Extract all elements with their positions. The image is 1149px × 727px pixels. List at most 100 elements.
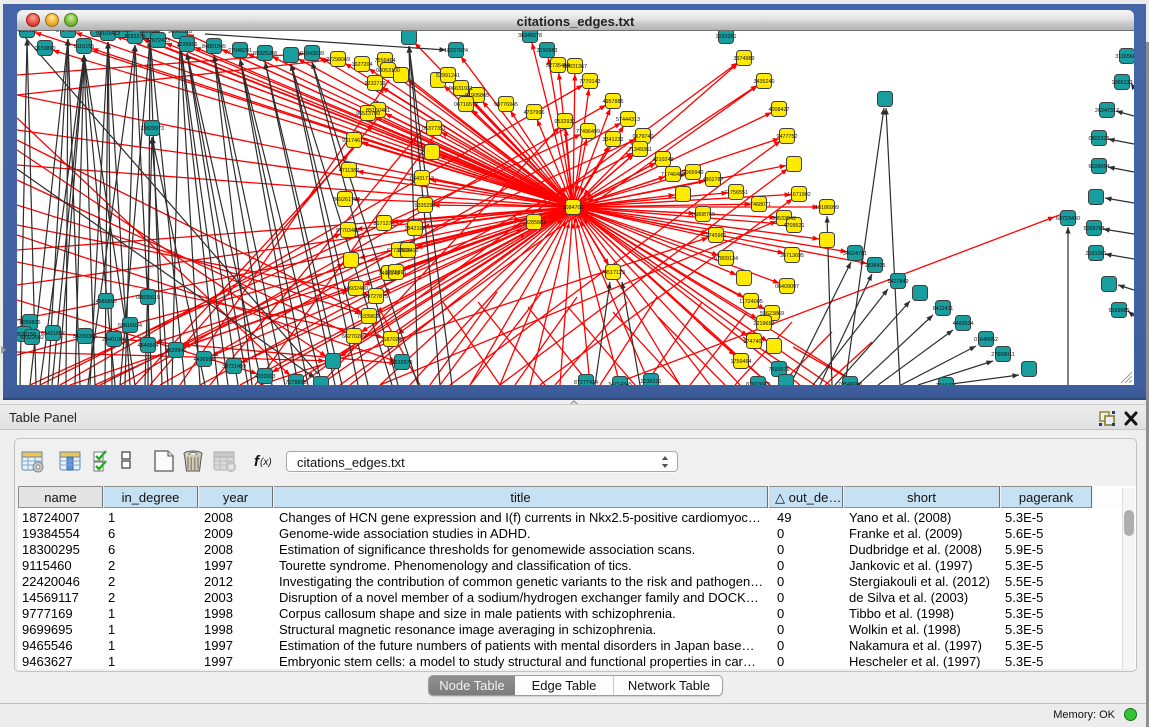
svg-text:1065133: 1065133	[1112, 80, 1133, 86]
svg-text:9065940: 9065940	[683, 170, 704, 176]
svg-text:96965328: 96965328	[168, 31, 192, 35]
svg-text:4332003: 4332003	[255, 374, 276, 380]
svg-text:69816934: 69816934	[118, 323, 142, 329]
svg-text:1759464: 1759464	[731, 359, 752, 365]
svg-text:4210249: 4210249	[653, 157, 674, 163]
svg-text:7346706: 7346706	[936, 383, 957, 385]
svg-text:0801326: 0801326	[1089, 136, 1110, 142]
svg-text:96513709: 96513709	[356, 111, 380, 117]
svg-text:4436995: 4436995	[194, 357, 215, 363]
svg-text:66270289: 66270289	[342, 334, 366, 340]
svg-text:06431713: 06431713	[410, 176, 434, 182]
svg-text:23285884: 23285884	[522, 220, 546, 226]
svg-text:68723430: 68723430	[1056, 216, 1080, 222]
svg-text:27868011: 27868011	[991, 352, 1015, 358]
svg-text:71349361: 71349361	[628, 147, 652, 153]
svg-text:0532931: 0532931	[555, 119, 576, 125]
svg-text:3341232: 3341232	[603, 137, 624, 143]
svg-text:1627204: 1627204	[352, 62, 373, 68]
svg-text:55623869: 55623869	[760, 311, 784, 317]
svg-text:37672423: 37672423	[146, 38, 170, 44]
svg-text:37940265: 37940265	[56, 31, 80, 34]
svg-text:3435240: 3435240	[754, 79, 775, 85]
svg-text:74517123: 74517123	[601, 270, 625, 276]
svg-text:1775891: 1775891	[386, 270, 407, 276]
svg-text:4008427: 4008427	[769, 107, 790, 113]
svg-text:38721489: 38721489	[222, 364, 246, 370]
svg-text:71756551: 71756551	[724, 190, 748, 196]
svg-text:87277434: 87277434	[574, 380, 598, 385]
svg-text:98776945: 98776945	[494, 102, 518, 108]
svg-text:29401965: 29401965	[102, 337, 126, 343]
svg-text:8059826: 8059826	[20, 320, 41, 326]
svg-text:9084700: 9084700	[563, 205, 584, 211]
svg-text:27048281: 27048281	[228, 48, 252, 54]
svg-text:3171274: 3171274	[374, 221, 395, 227]
svg-text:1838425: 1838425	[865, 263, 886, 269]
svg-text:06409097: 06409097	[775, 284, 799, 290]
svg-text:89325288: 89325288	[253, 51, 277, 57]
svg-text:1745961: 1745961	[706, 233, 727, 239]
svg-text:84801845: 84801845	[202, 44, 226, 50]
svg-text:9502402: 9502402	[398, 248, 419, 254]
svg-text:5427849: 5427849	[888, 279, 909, 285]
svg-text:97703482: 97703482	[336, 228, 360, 234]
svg-text:36713695: 36713695	[780, 253, 804, 259]
svg-text:9232719: 9232719	[365, 81, 386, 87]
svg-text:75339636: 75339636	[357, 314, 381, 320]
svg-text:26247317: 26247317	[1095, 108, 1119, 114]
svg-text:73829973: 73829973	[140, 126, 164, 132]
svg-text:3374989: 3374989	[734, 56, 755, 62]
svg-text:99727875: 99727875	[364, 294, 388, 300]
svg-text:4902787: 4902787	[703, 177, 724, 183]
svg-text:67468071: 67468071	[747, 202, 771, 208]
svg-text:6026064: 6026064	[1089, 164, 1110, 170]
svg-text:77496499: 77496499	[576, 129, 600, 135]
svg-text:2842102: 2842102	[405, 226, 426, 232]
svg-text:80831367: 80831367	[563, 64, 587, 70]
svg-text:4957885: 4957885	[603, 99, 624, 105]
svg-text:4709521: 4709521	[784, 223, 805, 229]
svg-text:71746488: 71746488	[661, 172, 685, 178]
svg-text:4711382: 4711382	[339, 168, 360, 174]
svg-text:(x): (x)	[260, 457, 272, 468]
svg-text:3747407: 3747407	[744, 339, 765, 345]
svg-text:7693676: 7693676	[769, 367, 790, 373]
svg-text:5030564: 5030564	[140, 31, 161, 35]
svg-text:86926179: 86926179	[333, 197, 357, 203]
svg-text:7278895: 7278895	[286, 380, 307, 385]
svg-text:0133890: 0133890	[35, 46, 56, 52]
svg-text:2236231: 2236231	[641, 379, 662, 385]
svg-text:5009788: 5009788	[1084, 226, 1105, 232]
svg-text:13186999: 13186999	[815, 205, 839, 211]
svg-text:7187026: 7187026	[381, 337, 402, 343]
svg-text:70546688: 70546688	[838, 382, 862, 385]
svg-text:2219693: 2219693	[754, 321, 775, 327]
svg-text:57809134: 57809134	[714, 256, 738, 262]
svg-text:1031051: 1031051	[716, 34, 737, 40]
svg-text:08835615: 08835615	[136, 295, 160, 301]
svg-text:31165667: 31165667	[1115, 54, 1134, 60]
svg-text:9335290: 9335290	[415, 203, 436, 209]
svg-text:01543039: 01543039	[300, 51, 324, 57]
svg-text:87603669: 87603669	[746, 382, 770, 385]
svg-text:38346578: 38346578	[518, 33, 542, 39]
svg-text:05377351: 05377351	[422, 126, 446, 132]
svg-text:4846564: 4846564	[138, 343, 159, 349]
svg-text:9477752: 9477752	[777, 134, 798, 140]
svg-text:1632870: 1632870	[392, 360, 413, 366]
svg-text:7770143: 7770143	[580, 79, 601, 85]
svg-text:11671902: 11671902	[787, 192, 811, 198]
svg-text:4586850: 4586850	[96, 299, 117, 305]
svg-text:06716572: 06716572	[454, 102, 478, 108]
svg-text:01640052: 01640052	[974, 337, 998, 343]
svg-text:27298069: 27298069	[326, 57, 350, 63]
svg-text:2191361: 2191361	[1086, 251, 1107, 257]
svg-text:11724005: 11724005	[739, 299, 763, 305]
svg-text:08053100: 08053100	[376, 68, 400, 74]
svg-text:7556464: 7556464	[375, 58, 396, 64]
svg-text:93174612: 93174612	[342, 138, 366, 144]
svg-text:96631931: 96631931	[449, 86, 473, 92]
svg-text:1226916: 1226916	[177, 42, 198, 48]
svg-text:6629946: 6629946	[166, 348, 187, 354]
